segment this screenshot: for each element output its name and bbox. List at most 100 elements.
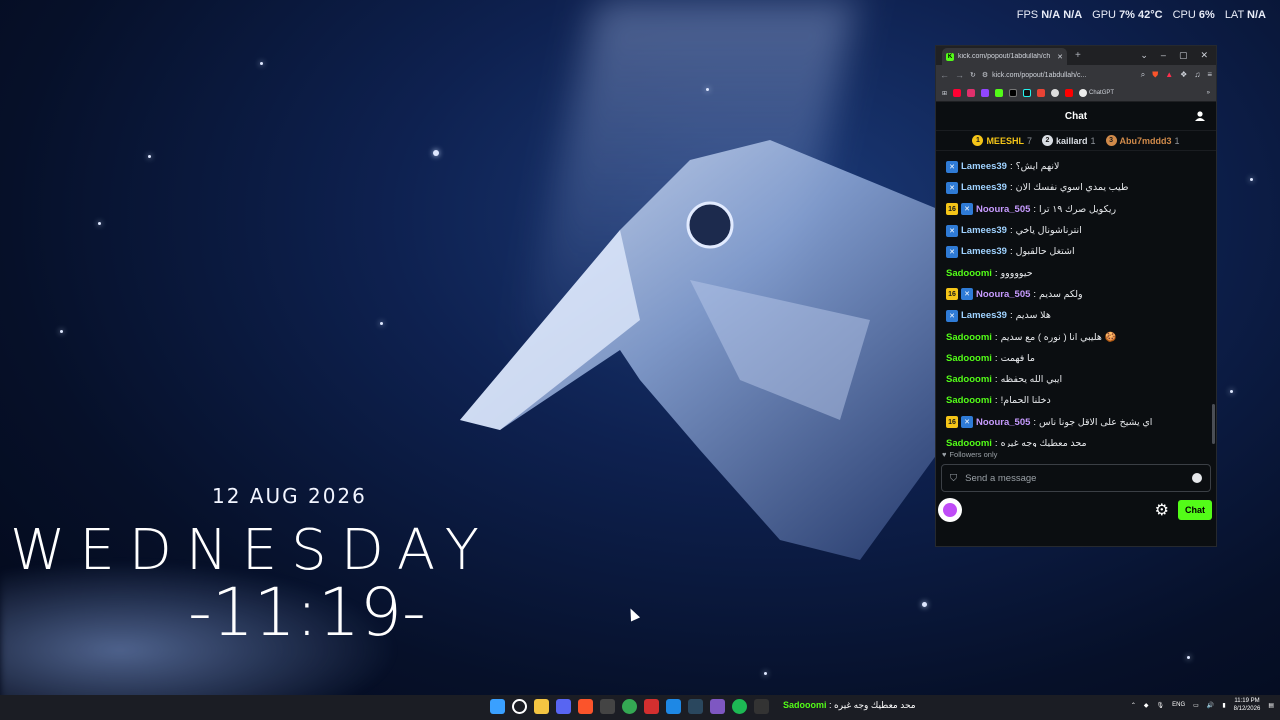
- emoji-icon[interactable]: [1192, 473, 1202, 483]
- chat-username[interactable]: Lamees39: [961, 225, 1007, 236]
- chatgpt-bookmark-icon[interactable]: [1051, 89, 1060, 97]
- colon-separator: :: [994, 331, 998, 343]
- bot-avatar[interactable]: [938, 498, 962, 522]
- chat-message: ✕ Lamees39: لانهم ايش؟: [946, 156, 1208, 177]
- notification-icon[interactable]: ▤: [1268, 702, 1274, 709]
- close-window-button[interactable]: ✕: [1200, 50, 1208, 61]
- chat-username[interactable]: Nooura_505: [976, 289, 1030, 300]
- message-input[interactable]: ⛉ Send a message: [941, 464, 1211, 492]
- spotify-icon[interactable]: [732, 699, 747, 714]
- chat-text: حيووووو: [1000, 267, 1033, 279]
- chat-text: لانهم ايش؟: [1015, 161, 1060, 173]
- media-icon[interactable]: ♫: [1194, 70, 1200, 80]
- chevron-up-icon[interactable]: ⌃: [1131, 702, 1136, 709]
- chat-text: ولكم سديم: [1039, 288, 1083, 300]
- verified-badge-icon: ✕: [946, 224, 958, 237]
- chat-username[interactable]: Lamees39: [961, 310, 1007, 321]
- tiktok-bookmark-icon[interactable]: [1023, 89, 1032, 97]
- apps-icon[interactable]: ⊞: [942, 90, 947, 97]
- menu-icon[interactable]: ≡: [1207, 70, 1212, 80]
- app-red-icon[interactable]: [644, 699, 659, 714]
- chat-text: ريكويل صرك ١٩ ترا: [1039, 203, 1117, 215]
- more-bookmarks-icon[interactable]: »: [1207, 90, 1210, 96]
- x-bookmark-icon[interactable]: [1009, 89, 1018, 97]
- tray-app-icon[interactable]: ◆: [1144, 702, 1149, 709]
- tab-close-icon[interactable]: ✕: [1057, 53, 1063, 61]
- network-icon[interactable]: ▭: [1193, 702, 1199, 709]
- bookmarks-bar: ⊞ ChatGPT »: [936, 85, 1216, 102]
- brave-icon[interactable]: [578, 699, 593, 714]
- chat-username[interactable]: Lamees39: [961, 182, 1007, 193]
- star: [706, 88, 709, 91]
- chat-message: Sadooomi: ايبي الله يحفظه: [946, 369, 1208, 390]
- url-field[interactable]: ⚙ kick.com/popout/1abdullah/c...: [982, 68, 1135, 82]
- search-icon[interactable]: [512, 699, 527, 714]
- tab-search-icon[interactable]: ⌄: [1140, 50, 1148, 61]
- colon-separator: :: [1033, 203, 1037, 215]
- steam-icon[interactable]: [688, 699, 703, 714]
- brave-shield-icon[interactable]: ⛊: [1152, 70, 1158, 80]
- chat-username[interactable]: Lamees39: [961, 161, 1007, 172]
- zoom-icon[interactable]: ⌕: [1141, 70, 1145, 80]
- battery-icon[interactable]: ▮: [1222, 702, 1225, 709]
- colon-separator: :: [994, 395, 998, 407]
- language-indicator[interactable]: ENG: [1172, 702, 1185, 708]
- rewards-icon[interactable]: ▲: [1165, 70, 1173, 80]
- youtube-bookmark-icon[interactable]: [953, 89, 962, 97]
- minimize-button[interactable]: –: [1161, 50, 1166, 61]
- site-info-icon[interactable]: ⚙: [982, 71, 988, 79]
- chat-username[interactable]: Nooura_505: [976, 417, 1030, 428]
- microphone-icon[interactable]: 🎙: [1157, 702, 1165, 709]
- start-icon[interactable]: [490, 699, 505, 714]
- chat-username[interactable]: Sadooomi: [946, 438, 992, 447]
- chat-message: Sadooomi: محد معطيك وجه غيره: [946, 433, 1208, 447]
- colon-separator: :: [1009, 246, 1013, 258]
- gear-icon[interactable]: ⚙: [1155, 500, 1169, 520]
- leaderboard-entry[interactable]: 1 MEESHL 7: [972, 135, 1032, 146]
- app-purple-icon[interactable]: [710, 699, 725, 714]
- send-chat-button[interactable]: Chat: [1178, 500, 1212, 520]
- reload-icon[interactable]: ↻: [970, 71, 976, 79]
- forward-icon[interactable]: →: [955, 70, 964, 80]
- chat-username[interactable]: Nooura_505: [976, 204, 1030, 215]
- chat-scrollbar[interactable]: [1212, 404, 1215, 444]
- chatgpt-bookmark[interactable]: ChatGPT: [1079, 89, 1114, 97]
- bookmark-icon[interactable]: [1065, 89, 1074, 97]
- chat-message: Sadooomi: حيووووو: [946, 262, 1208, 283]
- tab-kick-popout[interactable]: K kick.com/popout/1abdullah/ch ✕: [942, 48, 1067, 65]
- extensions-icon[interactable]: ❖: [1180, 70, 1187, 80]
- kick-icon: K: [946, 52, 954, 61]
- instagram-bookmark-icon[interactable]: [967, 89, 976, 97]
- chat-username[interactable]: Lamees39: [961, 246, 1007, 257]
- clock-time: -11:19-: [188, 574, 426, 651]
- gmail-bookmark-icon[interactable]: [1037, 89, 1046, 97]
- chat-username[interactable]: Sadooomi: [946, 353, 992, 364]
- chat-text: طيب يمدي اسوي نفسك الان: [1015, 182, 1129, 194]
- leaderboard-entry[interactable]: 2 kaillard 1: [1041, 135, 1096, 146]
- chat-username[interactable]: Sadooomi: [946, 268, 992, 279]
- chat-message: 16 ✕ Nooura_505: ولكم سديم: [946, 284, 1208, 305]
- twitch-bookmark-icon[interactable]: [981, 89, 990, 97]
- chat-header: Chat: [936, 102, 1216, 131]
- verified-badge-icon: ✕: [946, 245, 958, 258]
- app-icon[interactable]: [600, 699, 615, 714]
- chat-username[interactable]: Sadooomi: [946, 332, 992, 343]
- new-tab-button[interactable]: +: [1075, 50, 1081, 61]
- chat-username[interactable]: Sadooomi: [946, 395, 992, 406]
- chat-username[interactable]: Sadooomi: [946, 374, 992, 385]
- star: [922, 602, 927, 607]
- discord-icon[interactable]: [556, 699, 571, 714]
- file-explorer-icon[interactable]: [534, 699, 549, 714]
- tab-bar: K kick.com/popout/1abdullah/ch ✕ + ⌄ – ▢…: [936, 46, 1216, 65]
- tray-clock[interactable]: 11:19 PM 8/12/2026: [1234, 697, 1261, 713]
- maximize-button[interactable]: ▢: [1179, 50, 1188, 61]
- volume-icon[interactable]: 🔊: [1207, 702, 1214, 709]
- user-settings-icon[interactable]: [1195, 110, 1207, 122]
- leaderboard-entry[interactable]: 3 Abu7mddd3 1: [1105, 135, 1180, 146]
- app-dark-icon[interactable]: [754, 699, 769, 714]
- chat-messages: ✕ Lamees39: لانهم ايش؟ ✕ Lamees39: طيب يمدي ا…: [936, 151, 1216, 447]
- chrome-icon[interactable]: [622, 699, 637, 714]
- app-blue-icon[interactable]: [666, 699, 681, 714]
- back-icon[interactable]: ←: [940, 70, 949, 80]
- kick-bookmark-icon[interactable]: [995, 89, 1004, 97]
